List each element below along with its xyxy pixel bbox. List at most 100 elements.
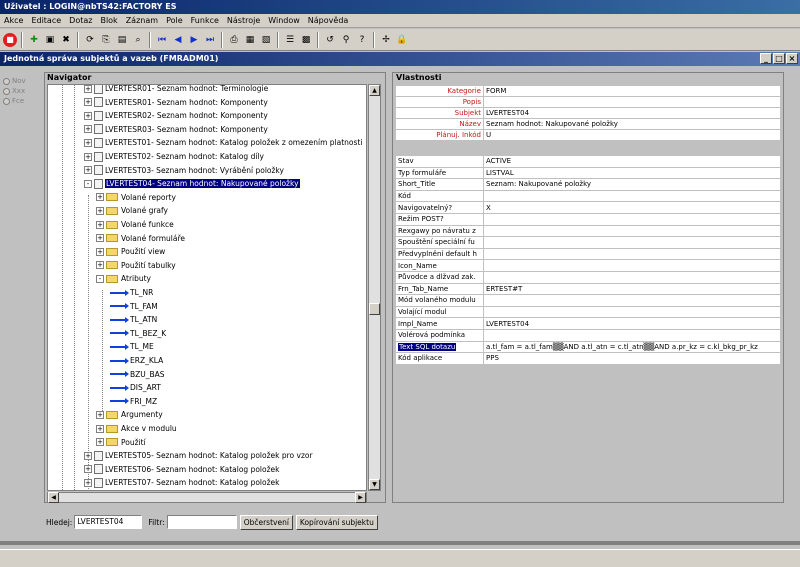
property-value[interactable] [483, 305, 781, 319]
search-input[interactable]: LVERTEST04 [74, 515, 143, 529]
tree-node[interactable]: + Použití tabulky [96, 259, 176, 272]
copy-icon[interactable]: ⎘ [99, 33, 113, 47]
expand-icon[interactable]: + [84, 111, 92, 120]
menu-dotaz[interactable]: Dotaz [65, 14, 96, 28]
property-value[interactable]: PPS [483, 352, 781, 365]
property-value[interactable]: ERTEST#T [483, 282, 781, 296]
tree-node[interactable]: + LVERTEST05- Seznam hodnot: Katalog polo… [84, 449, 313, 462]
scroll-up-icon[interactable]: ▲ [369, 85, 380, 96]
expand-icon[interactable]: + [84, 166, 92, 175]
header-value[interactable]: U [483, 129, 781, 141]
property-value[interactable] [483, 328, 781, 342]
tree-node[interactable]: - LVERTEST04- Seznam hodnot: Nakupované p… [84, 177, 300, 190]
tree-node[interactable]: TL_FAM [110, 300, 158, 313]
print-icon[interactable]: ⎙ [227, 33, 241, 47]
tree-node[interactable]: BZU_BAS [110, 368, 165, 381]
tree-node[interactable]: + Volané reporty [96, 191, 176, 204]
property-value[interactable]: LISTVAL [483, 166, 781, 180]
tree-node[interactable]: TL_ATN [110, 313, 157, 326]
mode-radio[interactable]: Fce [3, 96, 26, 106]
expand-icon[interactable]: + [84, 98, 92, 107]
tree-node[interactable]: + Volané grafy [96, 204, 168, 217]
paste-icon[interactable]: ▤ [115, 33, 129, 47]
calendar-icon[interactable]: ▩ [299, 33, 313, 47]
lock-icon[interactable]: 🔒 [395, 33, 409, 47]
expand-icon[interactable]: + [96, 193, 104, 202]
expand-icon[interactable]: + [96, 438, 104, 447]
menu-zaznam[interactable]: Záznam [122, 14, 162, 28]
navigator-horizontal-scrollbar[interactable]: ◀ ▶ [47, 492, 367, 503]
property-value[interactable] [483, 189, 781, 203]
menu-nastroje[interactable]: Nástroje [223, 14, 264, 28]
tree-node[interactable]: TL_ME [110, 340, 154, 353]
menu-window[interactable]: Window [264, 14, 304, 28]
menu-akce[interactable]: Akce [0, 14, 27, 28]
tree-node[interactable]: TL_NR [110, 286, 153, 299]
tree-node[interactable]: + LVERTESR01- Seznam hodnot: Komponenty [84, 96, 268, 109]
tree-node[interactable]: FRI_MZ [110, 395, 157, 408]
property-value[interactable] [483, 236, 781, 249]
property-value[interactable]: X [483, 201, 781, 214]
next-icon[interactable]: ▶ [187, 33, 201, 47]
expand-icon[interactable]: + [84, 138, 92, 147]
maximize-button[interactable]: □ [773, 53, 785, 64]
menu-funkce[interactable]: Funkce [187, 14, 223, 28]
search-icon[interactable]: ⚲ [339, 33, 353, 47]
property-value[interactable] [483, 294, 781, 307]
find-icon[interactable]: ⌕ [131, 33, 145, 47]
expand-icon[interactable]: + [84, 478, 92, 487]
expand-icon[interactable]: + [96, 247, 104, 256]
property-value[interactable] [483, 270, 781, 284]
property-value[interactable] [483, 247, 781, 261]
stop-icon[interactable]: ■ [3, 32, 17, 47]
tree-node[interactable]: DIS_ART [110, 381, 161, 394]
header-value[interactable]: Seznam hodnot: Nakupované položky [483, 118, 781, 130]
menu-napoveda[interactable]: Nápověda [304, 14, 353, 28]
tree-node[interactable]: + LVERTEST01- Seznam hodnot: Katalog polo… [84, 136, 362, 149]
filter-input[interactable] [166, 515, 237, 529]
delete-icon[interactable]: ✖ [59, 33, 73, 47]
tree-node[interactable]: + Volané formuláře [96, 232, 185, 245]
property-value[interactable] [483, 259, 781, 272]
tree-node[interactable]: TL_BEZ_K [110, 327, 166, 340]
prev-icon[interactable]: ◀ [171, 33, 185, 47]
help-icon[interactable]: ? [355, 33, 369, 47]
expand-icon[interactable]: + [96, 261, 104, 270]
property-value[interactable]: LVERTEST04 [483, 317, 781, 330]
tree-node[interactable]: + Volané funkce [96, 218, 174, 231]
navigator-vertical-scrollbar[interactable]: ▲ ▼ [368, 84, 381, 491]
scroll-left-icon[interactable]: ◀ [48, 492, 59, 503]
expand-icon[interactable]: + [84, 152, 92, 161]
tree-node[interactable]: + Akce v modulu [96, 422, 177, 435]
preview-icon[interactable]: ▦ [243, 33, 257, 47]
expand-icon[interactable]: + [84, 125, 92, 134]
minimize-button[interactable]: _ [760, 53, 772, 64]
scroll-right-icon[interactable]: ▶ [355, 492, 366, 503]
tree-node[interactable]: + LVERTESR01- Seznam hodnot: Terminologie [84, 85, 268, 95]
undo-icon[interactable]: ↺ [323, 33, 337, 47]
menu-pole[interactable]: Pole [162, 14, 187, 28]
expand-icon[interactable]: + [96, 410, 104, 419]
tree-node[interactable]: + LVERTEST07- Seznam hodnot: Katalog polo… [84, 476, 280, 489]
save-icon[interactable]: ▣ [43, 33, 57, 47]
header-value[interactable]: LVERTEST04 [483, 107, 781, 119]
header-value[interactable]: FORM [483, 85, 781, 97]
close-button[interactable]: × [786, 53, 798, 64]
tree-node[interactable]: + Použití [96, 436, 146, 449]
tree-node[interactable]: ERZ_KLA [110, 354, 163, 367]
scroll-down-icon[interactable]: ▼ [369, 479, 380, 490]
expand-icon[interactable]: + [84, 465, 92, 474]
tree-node[interactable]: + LVERTEST06- Seznam hodnot: Katalog polo… [84, 463, 280, 476]
expand-icon[interactable]: + [84, 451, 92, 460]
tree-node[interactable]: + Použití view [96, 245, 165, 258]
menu-blok[interactable]: Blok [96, 14, 121, 28]
collapse-icon[interactable]: - [96, 274, 104, 283]
refresh-button[interactable]: Občerstvení [239, 514, 293, 530]
expand-icon[interactable]: + [96, 206, 104, 215]
tree-node[interactable]: + LVERTEST02- Seznam hodnot: Katalog díly [84, 150, 264, 163]
insert-icon[interactable]: ✚ [27, 33, 41, 47]
tree-node[interactable]: + LVERTESR03- Seznam hodnot: Komponenty [84, 123, 268, 136]
collapse-icon[interactable]: - [84, 179, 92, 188]
navigator-tree[interactable]: + LVERTESR01- Seznam hodnot: Terminologie… [47, 84, 367, 491]
mode-radio[interactable]: Nov [3, 76, 26, 86]
